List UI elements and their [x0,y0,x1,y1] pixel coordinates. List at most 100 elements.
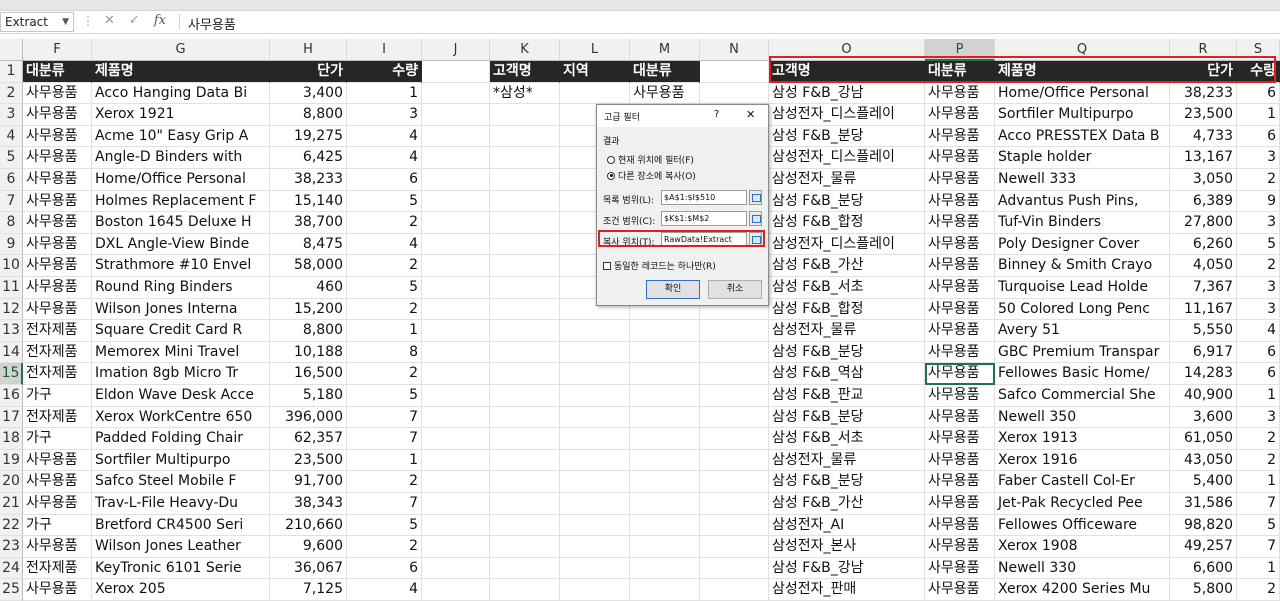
cell[interactable] [700,385,769,407]
extract-cell[interactable]: 5,550 [1170,320,1237,342]
cell[interactable] [630,406,700,429]
extract-cell[interactable]: 삼성전자_디스플레이 [769,104,925,126]
extract-cell[interactable]: 삼성전자_디스플레이 [769,147,925,169]
source-cell[interactable]: Home/Office Personal [92,169,270,191]
extract-cell[interactable]: 사무용품 [925,341,995,364]
cell[interactable] [490,428,560,450]
source-cell[interactable]: 5 [347,514,422,537]
source-cell[interactable]: 7 [347,406,422,429]
source-cell[interactable]: Padded Folding Chair [92,428,270,450]
cell[interactable] [490,385,560,407]
extract-cell[interactable]: 삼성전자_본사 [769,536,925,558]
source-cell[interactable]: Holmes Replacement F [92,190,270,213]
source-cell[interactable]: 사무용품 [23,298,92,321]
cell[interactable] [490,536,560,558]
extract-cell[interactable]: 사무용품 [925,125,995,148]
cell[interactable] [490,363,560,385]
source-cell[interactable]: 가구 [23,428,92,450]
chevron-down-icon[interactable]: ▼ [62,13,69,31]
extract-cell[interactable]: 13,167 [1170,147,1237,169]
source-cell[interactable]: Wilson Jones Leather [92,536,270,558]
source-cell[interactable]: Acme 10" Easy Grip A [92,125,270,148]
extract-cell[interactable]: 43,050 [1170,449,1237,472]
cell[interactable] [422,493,490,515]
collapse-range-icon[interactable] [749,190,762,205]
cell[interactable] [560,493,630,515]
extract-cell[interactable]: 6,600 [1170,557,1237,580]
extract-cell[interactable]: 7 [1237,493,1280,515]
extract-cell[interactable]: 4,050 [1170,255,1237,277]
source-cell[interactable]: Square Credit Card R [92,320,270,342]
source-cell[interactable]: 1 [347,449,422,472]
extract-cell[interactable]: 1 [1237,385,1280,407]
cell[interactable] [422,169,490,191]
cell[interactable] [630,449,700,472]
extract-cell[interactable]: 사무용품 [925,557,995,580]
extract-cell[interactable]: Home/Office Personal [995,82,1170,105]
row-header[interactable]: 20 [0,471,23,493]
cell[interactable] [422,536,490,558]
source-cell[interactable]: 4 [347,125,422,148]
cell[interactable] [560,82,630,105]
extract-cell[interactable]: Fellowes Basic Home/ [995,363,1170,385]
extract-cell[interactable]: 삼성 F&B_가산 [769,255,925,277]
source-cell[interactable]: 사무용품 [23,190,92,213]
row-header[interactable]: 5 [0,147,23,169]
row-header[interactable]: 22 [0,514,23,537]
extract-cell[interactable]: 사무용품 [925,385,995,407]
source-cell[interactable]: 사무용품 [23,233,92,256]
source-cell[interactable]: Trav-L-File Heavy-Du [92,493,270,515]
cell[interactable] [560,406,630,429]
cell[interactable] [490,125,560,148]
criteria-header-cell[interactable]: 대분류 [630,61,700,83]
cell[interactable] [422,514,490,537]
cell[interactable] [422,406,490,429]
cell[interactable] [700,579,769,601]
row-header[interactable]: 2 [0,82,23,105]
column-header-j[interactable]: J [422,39,490,61]
extract-cell[interactable]: Avery 51 [995,320,1170,342]
extract-cell[interactable]: 98,820 [1170,514,1237,537]
extract-cell[interactable]: 사무용품 [925,579,995,601]
extract-cell[interactable]: 4,733 [1170,125,1237,148]
row-header[interactable]: 25 [0,579,23,601]
cell[interactable] [630,471,700,493]
source-cell[interactable]: DXL Angle-View Binde [92,233,270,256]
cell[interactable] [630,428,700,450]
source-cell[interactable]: 5,180 [270,385,347,407]
cell[interactable] [700,557,769,580]
cell[interactable] [490,579,560,601]
extract-cell[interactable]: 사무용품 [925,212,995,234]
extract-cell[interactable]: Faber Castell Col-Er [995,471,1170,493]
cell[interactable] [700,449,769,472]
function-icon[interactable]: fx [154,13,166,28]
cell[interactable] [422,557,490,580]
source-cell[interactable]: Memorex Mini Travel [92,341,270,364]
source-cell[interactable]: 가구 [23,514,92,537]
extract-cell[interactable]: Binney & Smith Crayo [995,255,1170,277]
extract-cell[interactable]: 5 [1237,514,1280,537]
extract-cell[interactable]: 사무용품 [925,277,995,299]
unique-records-checkbox[interactable]: 동일한 레코드는 하나만(R) [603,259,716,272]
source-cell[interactable]: 사무용품 [23,82,92,105]
criteria-header-cell[interactable]: 지역 [560,61,630,83]
source-cell[interactable]: 사무용품 [23,471,92,493]
cell[interactable] [422,428,490,450]
extract-cell[interactable]: 2 [1237,579,1280,601]
source-cell[interactable]: 38,700 [270,212,347,234]
extract-cell[interactable]: 6 [1237,125,1280,148]
extract-cell[interactable]: 3 [1237,147,1280,169]
row-header[interactable]: 23 [0,536,23,558]
source-header-cell[interactable]: 단가 [270,61,347,83]
cell[interactable] [700,363,769,385]
column-header-f[interactable]: F [23,39,92,61]
extract-cell[interactable]: Newell 350 [995,406,1170,429]
source-cell[interactable]: 23,500 [270,449,347,472]
extract-cell[interactable]: 사무용품 [925,536,995,558]
extract-cell[interactable]: 삼성 F&B_역삼 [769,363,925,385]
extract-cell[interactable]: 27,800 [1170,212,1237,234]
cell[interactable] [630,341,700,364]
row-header[interactable]: 17 [0,406,23,429]
extract-cell[interactable]: 삼성 F&B_강남 [769,557,925,580]
extract-cell[interactable]: 3 [1237,298,1280,321]
